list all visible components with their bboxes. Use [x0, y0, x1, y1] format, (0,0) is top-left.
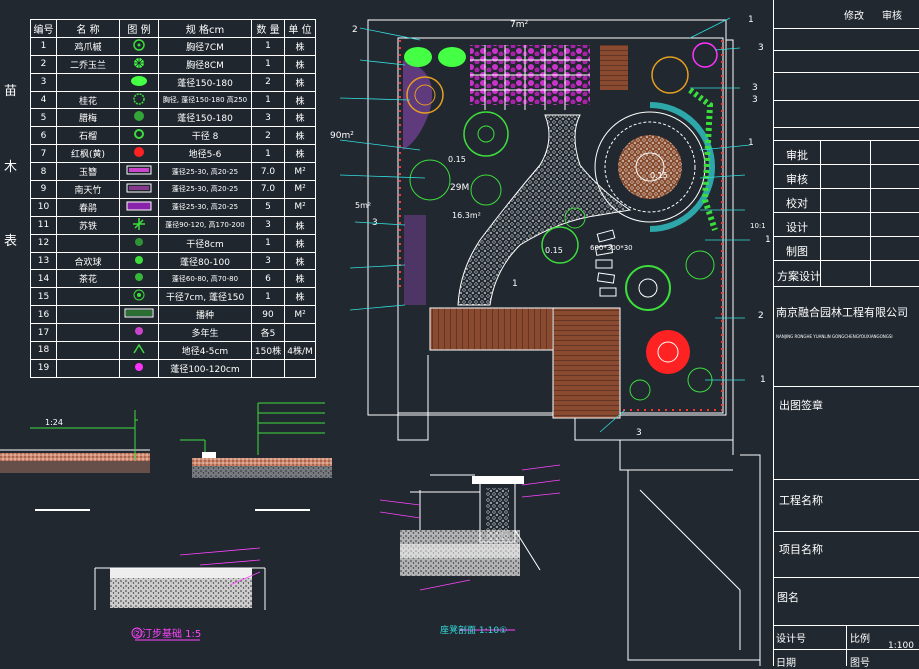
level-label-2: 0.15 [545, 246, 563, 255]
tb-scale-label: 比例 [850, 634, 870, 645]
callout-1b: 1 [765, 235, 771, 245]
callout-3b: 3 [752, 83, 758, 93]
callout-1d: 1 [760, 375, 766, 385]
tb-company-pinyin: NANJING RONGHE YUANLIN GONGCHENGYOUXIANG… [776, 334, 893, 339]
callout-3a: 3 [758, 43, 764, 53]
callout-3c: 3 [752, 95, 758, 105]
tb-approve: 审批 [786, 149, 808, 162]
callout-2b: 2 [758, 311, 764, 321]
detail3-title: ②汀步基础 1:5 [133, 627, 201, 640]
detail4-title: 座凳剖面 1:10① [440, 624, 507, 636]
callout-3e: 3 [636, 428, 642, 438]
tb-design-no: 设计号 [776, 634, 806, 645]
callout-2: 2 [352, 25, 358, 35]
paving-note-label: 600*300*30 [590, 244, 633, 252]
callout-1c: 1 [512, 279, 518, 289]
site-plan-drawing: 90m² 7m² 29M 16.3m² 0.15 0.15 0.15 600*3… [0, 15, 771, 666]
section-detail-1: 1:24 [0, 410, 150, 511]
pond-area-label: 16.3m² [452, 211, 481, 220]
tb-scheme: 方案设计 [777, 270, 821, 283]
tb-approve-row: 审批 [774, 140, 919, 165]
detail1-scale: 1:24 [45, 418, 63, 427]
tb-issue-sign: 出图签章 [779, 399, 823, 412]
pergola-structure [470, 45, 628, 110]
tb-drawing-no: 图号 [850, 658, 870, 669]
callout-1e: 1 [748, 138, 754, 148]
tb-project-name: 工程名称 [779, 494, 823, 507]
tb-date-label: 日期 [776, 658, 796, 669]
area-5m-label: 5m² [355, 201, 371, 210]
tb-revise-row: 修改 审核 [774, 0, 919, 28]
tb-draft: 制图 [786, 245, 808, 258]
tb-company-row: 南京融合园林工程有限公司 NANJING RONGHE YUANLIN GONG… [774, 286, 919, 387]
stepping-stone-detail: ②汀步基础 1:5 [94, 547, 266, 641]
level-label-1: 0.15 [448, 155, 466, 164]
lawn-area-label: 90m² [330, 131, 354, 141]
tb-design: 设计 [786, 221, 808, 234]
level-label-3: 0.15 [650, 171, 668, 180]
tb-check: 审核 [786, 173, 808, 186]
tb-company: 南京融合园林工程有限公司 [776, 306, 908, 319]
ratio-label: 10:1 [750, 222, 766, 230]
tb-drawing-name: 图名 [777, 591, 799, 604]
tb-proofread: 校对 [786, 197, 808, 210]
section-detail-2 [180, 402, 332, 511]
path-length-label: 29M [450, 183, 469, 193]
stepping-stones [594, 229, 617, 297]
tb-review-head: 审核 [882, 11, 902, 22]
bench-section-detail: 座凳剖面 1:10① [379, 464, 561, 636]
gravel-path [457, 114, 632, 306]
wooden-deck [429, 307, 621, 419]
callout-1a: 1 [748, 15, 754, 25]
tb-revise: 修改 [844, 11, 864, 22]
title-block: 修改 审核 审批 审核 校对 设计 制图 方案设计 南京融合园林工程有限公司 N… [773, 0, 919, 669]
area-7m-label: 7m² [510, 20, 528, 30]
tb-item-name: 项目名称 [779, 543, 823, 556]
